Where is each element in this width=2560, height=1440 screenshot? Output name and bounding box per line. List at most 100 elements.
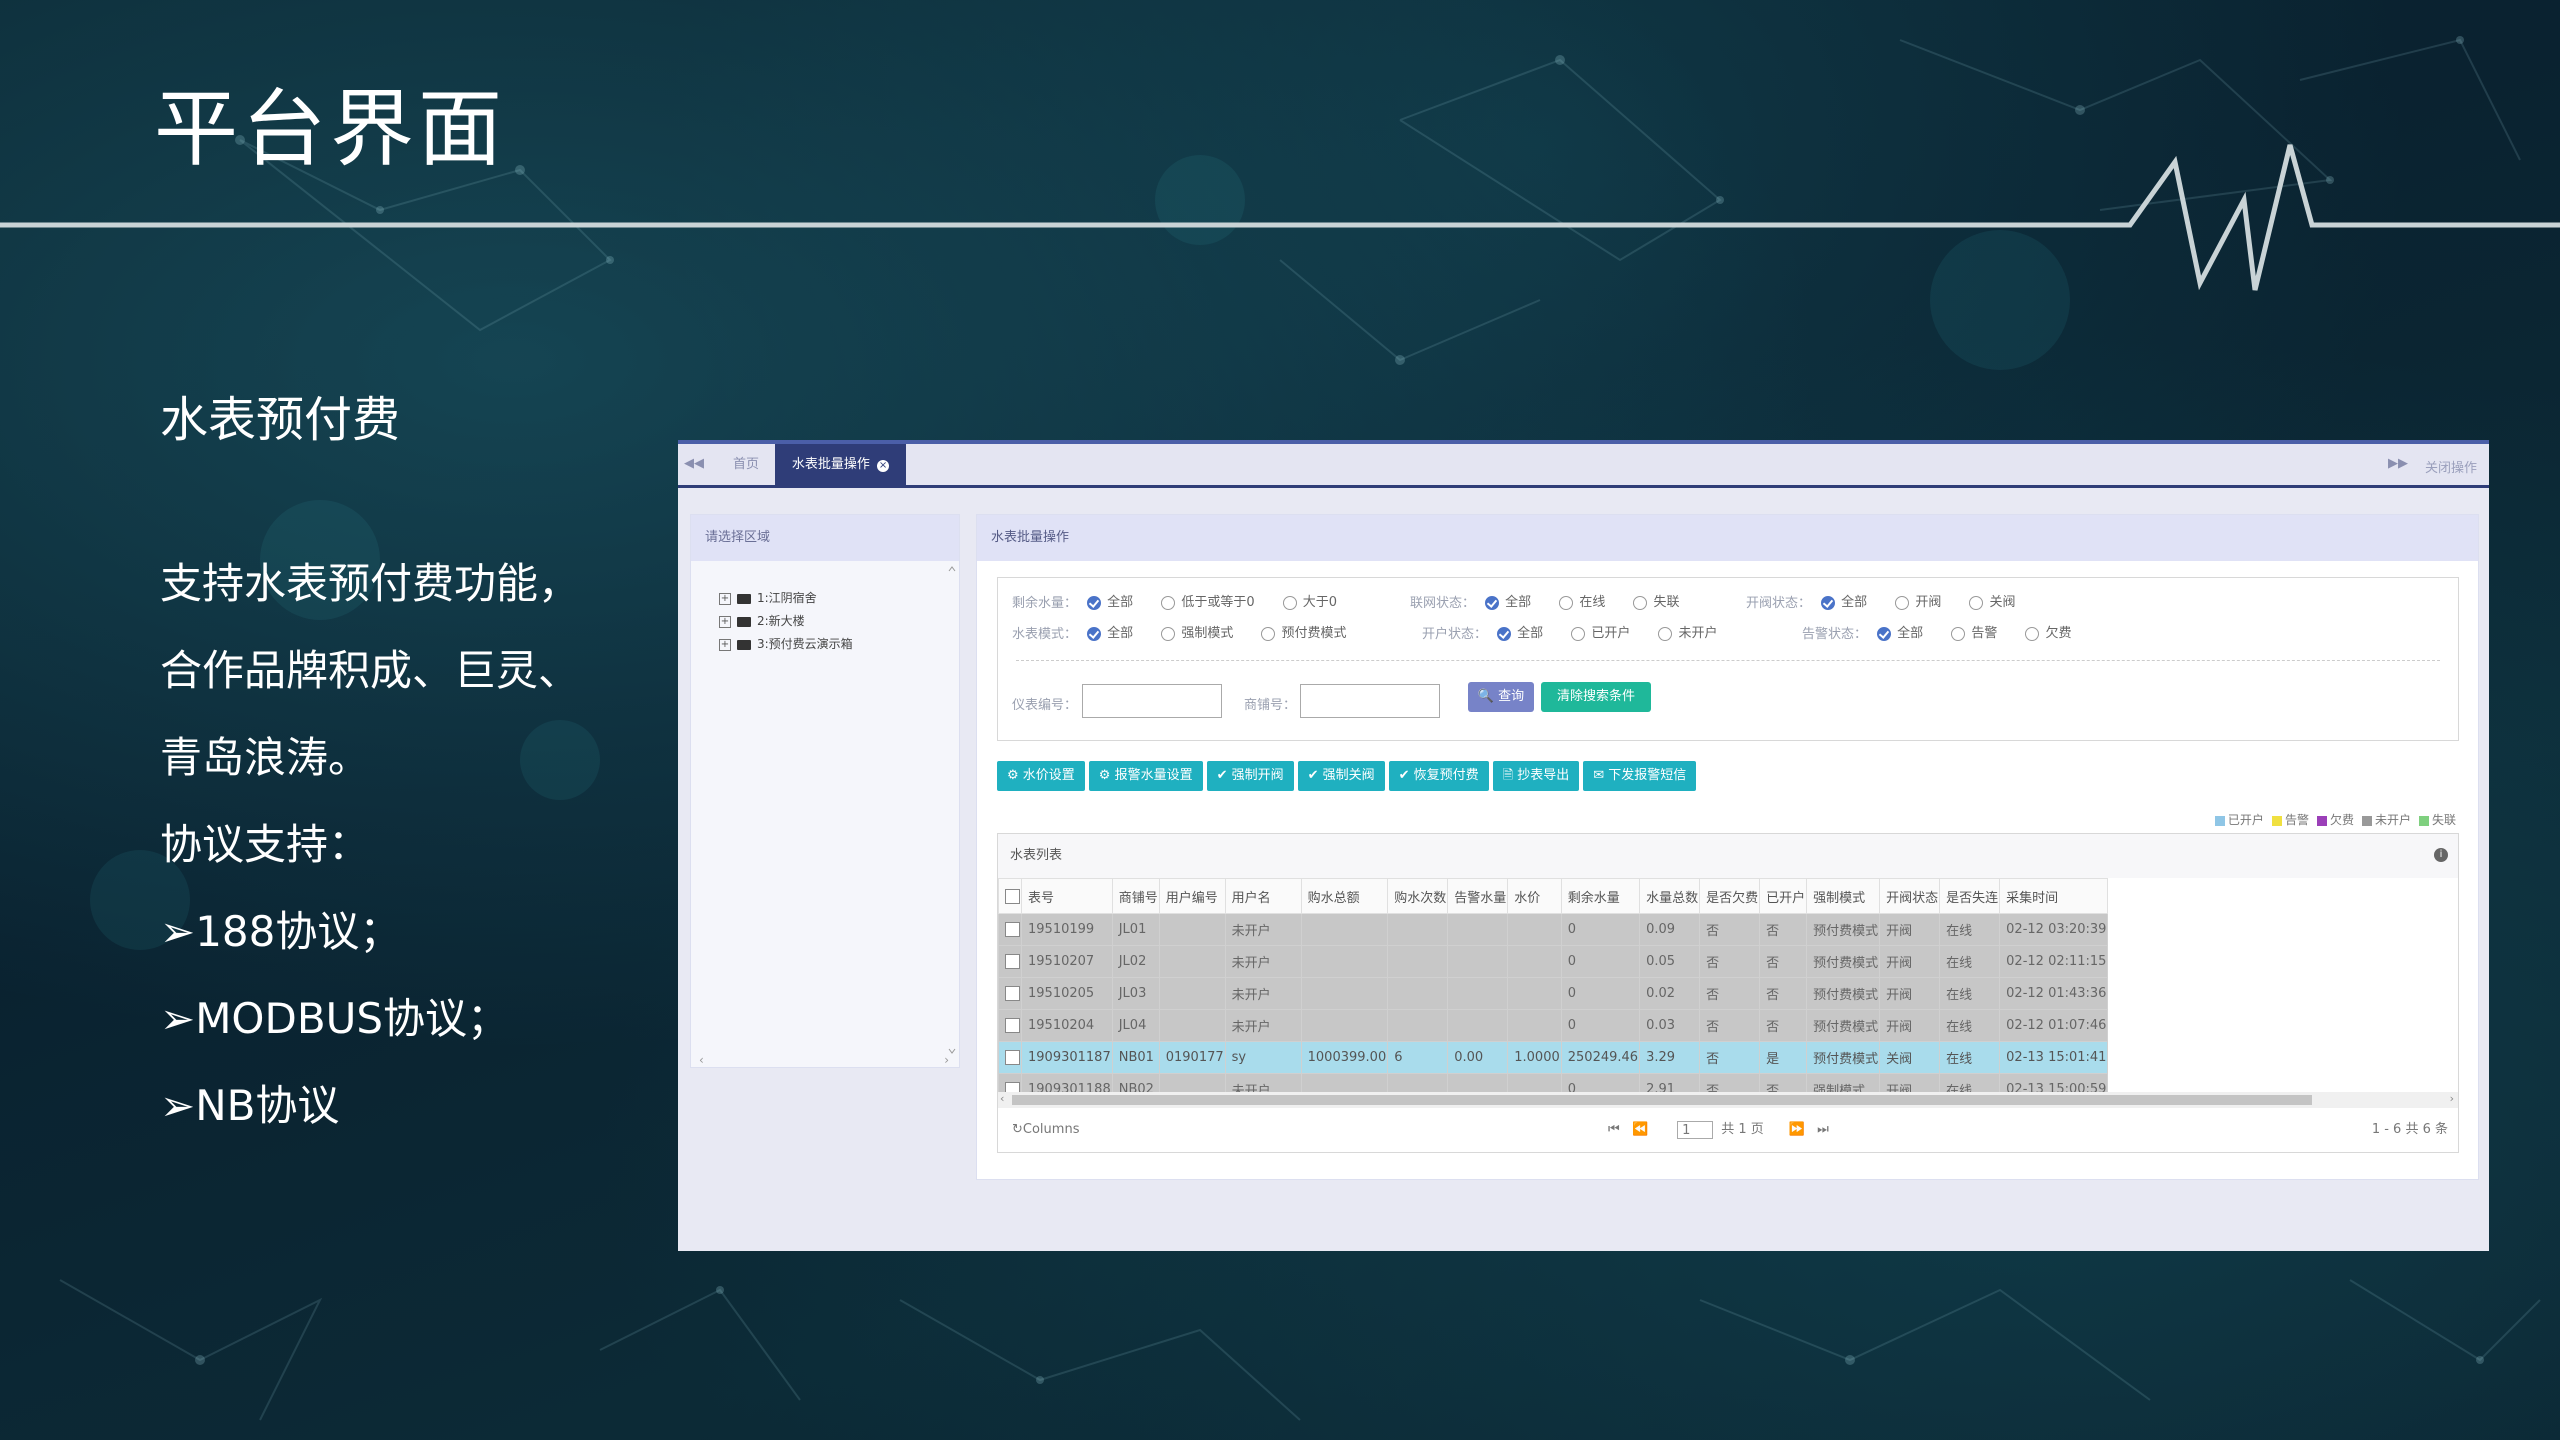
radio-icon[interactable] <box>1658 626 1673 641</box>
radio-icon[interactable] <box>1951 626 1966 641</box>
last-page-icon[interactable]: ⏭ <box>1817 1122 1829 1137</box>
radio-icon[interactable] <box>1633 595 1648 610</box>
checkbox-icon[interactable] <box>1005 1050 1020 1065</box>
radio-icon[interactable] <box>1571 626 1586 641</box>
close-operations-menu[interactable]: 关闭操作 <box>2425 457 2477 476</box>
row-checkbox[interactable] <box>998 977 1022 1010</box>
table-row[interactable]: 19510204 JL04 未开户 0 0.03 否否预付费模式 开阀 在线 02-12 01:… <box>998 1009 2109 1042</box>
column-header[interactable]: 购水次数 <box>1387 878 1449 914</box>
column-header[interactable]: 剩余水量 <box>1560 878 1641 914</box>
column-header[interactable]: 购水总额 <box>1300 878 1389 914</box>
column-header[interactable]: 用户编号 <box>1158 878 1226 914</box>
tab-home[interactable]: 首页 <box>718 444 774 485</box>
radio-checked-icon[interactable] <box>1877 626 1892 641</box>
radio-option[interactable]: 强制模式 <box>1161 623 1233 645</box>
scrollbar-thumb[interactable] <box>1012 1095 2312 1105</box>
expand-icon[interactable]: + <box>719 638 731 651</box>
checkbox-icon[interactable] <box>1005 888 1020 904</box>
checkbox-icon[interactable] <box>1005 986 1020 1001</box>
first-page-icon[interactable]: ⏮ <box>1608 1122 1620 1137</box>
checkbox-icon[interactable] <box>1005 954 1020 969</box>
column-header[interactable]: 开阀状态 <box>1879 878 1941 914</box>
force-close-valve-button[interactable]: ✔ 强制关阀 <box>1297 761 1385 791</box>
column-header[interactable]: 已开户 <box>1759 878 1808 914</box>
tree-node[interactable]: +3:预付费云演示箱 <box>719 633 853 656</box>
radio-option[interactable]: 开阀 <box>1895 592 1941 614</box>
radio-option[interactable]: 全部 <box>1877 623 1923 645</box>
scroll-left-icon[interactable]: ‹ <box>699 1053 704 1067</box>
radio-checked-icon[interactable] <box>1485 595 1500 610</box>
radio-option[interactable]: 告警 <box>1951 623 1997 645</box>
table-row[interactable]: 19510207 JL02 未开户 0 0.05 否否预付费模式 开阀 在线 02-12 02:… <box>998 945 2109 978</box>
radio-icon[interactable] <box>1969 595 1984 610</box>
prev-page-icon[interactable]: ⏪ <box>1632 1122 1648 1137</box>
tree-node[interactable]: +1:江阴宿舍 <box>719 587 853 610</box>
meter-number-input[interactable] <box>1082 684 1222 718</box>
vertical-scrollbar[interactable] <box>947 565 957 1055</box>
close-icon[interactable]: × <box>877 460 890 472</box>
horizontal-scrollbar[interactable]: ‹ › <box>699 1053 949 1067</box>
expand-icon[interactable]: + <box>719 592 731 605</box>
radio-option[interactable]: 预付费模式 <box>1261 623 1346 645</box>
water-price-button[interactable]: ⚙ 水价设置 <box>997 761 1085 791</box>
query-button[interactable]: 🔍 查询 <box>1468 682 1534 712</box>
radio-option[interactable]: 全部 <box>1497 623 1543 645</box>
table-row[interactable]: 19510199 JL01 未开户 0 0.09 否否预付费模式 开阀 在线 02-12 03:… <box>998 913 2109 946</box>
column-header[interactable]: 是否欠费 <box>1699 878 1761 914</box>
columns-toggle[interactable]: ↻Columns <box>1012 1110 1079 1150</box>
column-header[interactable]: 强制模式 <box>1806 878 1881 914</box>
radio-option[interactable]: 全部 <box>1087 592 1133 614</box>
radio-option[interactable]: 全部 <box>1821 592 1867 614</box>
column-header[interactable]: 商铺号 <box>1111 878 1160 914</box>
radio-icon[interactable] <box>1261 626 1276 641</box>
radio-icon[interactable] <box>1282 595 1297 610</box>
table-row[interactable]: 19510205 JL03 未开户 0 0.02 否否预付费模式 开阀 在线 02-12 01:… <box>998 977 2109 1010</box>
column-header[interactable]: 水价 <box>1507 878 1562 914</box>
clear-search-button[interactable]: 清除搜索条件 <box>1541 682 1651 712</box>
scroll-right-icon[interactable]: › <box>2450 1092 2454 1105</box>
radio-option[interactable]: 全部 <box>1087 623 1133 645</box>
radio-icon[interactable] <box>1161 595 1176 610</box>
tab-scroll-right-icon[interactable]: ▶▶ <box>2388 456 2408 471</box>
column-header[interactable]: 是否失连 <box>1939 878 2001 914</box>
radio-option[interactable]: 欠费 <box>2025 623 2071 645</box>
table-row[interactable]: 1909301187 NB01 0190177 sy 1000399.00 6 0.00 1.… <box>998 1041 2109 1074</box>
column-header[interactable]: 表号 <box>1021 878 1113 914</box>
checkbox-icon[interactable] <box>1005 1018 1020 1033</box>
radio-icon[interactable] <box>2025 626 2040 641</box>
scroll-left-icon[interactable]: ‹ <box>1000 1092 1004 1105</box>
column-header[interactable]: 用户名 <box>1224 878 1302 914</box>
export-readings-button[interactable]: 🗎 抄表导出 <box>1492 761 1580 791</box>
row-checkbox[interactable] <box>998 913 1022 946</box>
tab-batch-operation[interactable]: 水表批量操作 × <box>775 444 906 485</box>
tree-node[interactable]: +2:新大楼 <box>719 610 853 633</box>
force-open-valve-button[interactable]: ✔ 强制开阀 <box>1206 761 1294 791</box>
radio-option[interactable]: 在线 <box>1559 592 1605 614</box>
radio-checked-icon[interactable] <box>1821 595 1836 610</box>
select-all-checkbox[interactable] <box>998 878 1022 914</box>
next-page-icon[interactable]: ⏩ <box>1789 1122 1805 1137</box>
radio-checked-icon[interactable] <box>1087 626 1102 641</box>
radio-option[interactable]: 关阀 <box>1969 592 2015 614</box>
info-icon[interactable]: i <box>2434 848 2448 862</box>
radio-checked-icon[interactable] <box>1497 626 1512 641</box>
radio-icon[interactable] <box>1559 595 1574 610</box>
row-checkbox[interactable] <box>998 945 1022 978</box>
column-header[interactable]: 采集时间 <box>1999 878 2109 914</box>
restore-prepaid-button[interactable]: ✔ 恢复预付费 <box>1388 761 1489 791</box>
radio-option[interactable]: 未开户 <box>1658 623 1717 645</box>
alarm-volume-button[interactable]: ⚙ 报警水量设置 <box>1088 761 1203 791</box>
checkbox-icon[interactable] <box>1005 922 1020 937</box>
radio-option[interactable]: 大于0 <box>1282 592 1337 614</box>
radio-checked-icon[interactable] <box>1087 595 1102 610</box>
radio-icon[interactable] <box>1161 626 1176 641</box>
radio-option[interactable]: 失联 <box>1633 592 1679 614</box>
radio-option[interactable]: 已开户 <box>1571 623 1630 645</box>
row-checkbox[interactable] <box>998 1009 1022 1042</box>
row-checkbox[interactable] <box>998 1041 1022 1074</box>
radio-icon[interactable] <box>1895 595 1910 610</box>
radio-option[interactable]: 全部 <box>1485 592 1531 614</box>
column-header[interactable]: 告警水量 <box>1447 878 1509 914</box>
expand-icon[interactable]: + <box>719 615 731 628</box>
tab-scroll-left-icon[interactable]: ◀◀ <box>684 456 704 471</box>
